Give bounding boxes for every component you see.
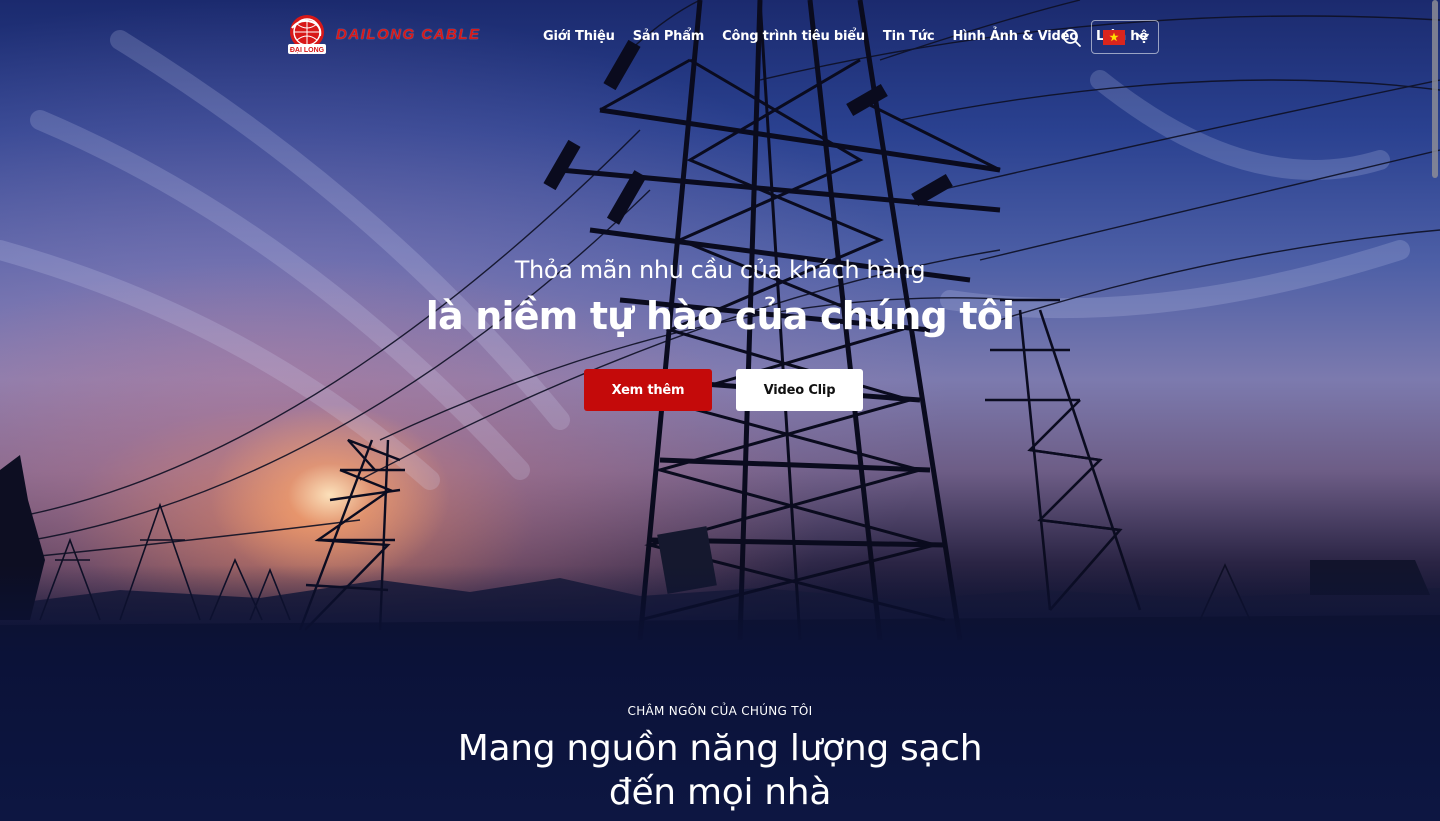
search-button[interactable] xyxy=(1062,28,1082,48)
page-scrollbar[interactable] xyxy=(1430,0,1440,821)
see-more-button[interactable]: Xem thêm xyxy=(584,369,712,411)
dailong-logo-icon: ĐẠI LONG xyxy=(288,15,326,54)
motto-title-line-1: Mang nguồn năng lượng sạch xyxy=(457,728,983,769)
video-clip-button[interactable]: Video Clip xyxy=(736,369,863,411)
language-select[interactable] xyxy=(1091,20,1159,54)
motto-section: CHÂM NGÔN CỦA CHÚNG TÔI Mang nguồn năng … xyxy=(0,655,1440,821)
site-header: ĐẠI LONG DAILONG CABLE Giới Thiệu Sản Ph… xyxy=(0,0,1440,74)
scrollbar-thumb[interactable] xyxy=(1432,0,1438,178)
nav-item-cong-trinh[interactable]: Công trình tiêu biểu xyxy=(722,29,865,44)
chevron-down-icon xyxy=(1137,33,1149,41)
hero-bottom-fade xyxy=(0,565,1440,655)
nav-item-tin-tuc[interactable]: Tin Tức xyxy=(883,29,935,44)
nav-item-san-pham[interactable]: Sản Phẩm xyxy=(633,29,705,44)
logo-text: DAILONG CABLE xyxy=(336,25,481,43)
motto-eyebrow: CHÂM NGÔN CỦA CHÚNG TÔI xyxy=(627,704,813,718)
hero-title: là niềm tự hào của chúng tôi xyxy=(425,294,1015,338)
logo-mark-text: ĐẠI LONG xyxy=(290,47,325,54)
search-icon xyxy=(1063,29,1081,47)
nav-item-hinh-anh-video[interactable]: Hình Ảnh & Video xyxy=(952,29,1078,44)
motto-title-line-2: đến mọi nhà xyxy=(608,772,832,813)
nav-item-gioi-thieu[interactable]: Giới Thiệu xyxy=(543,29,615,44)
hero-subtitle: Thỏa mãn nhu cầu của khách hàng xyxy=(514,256,926,284)
motto-title: Mang nguồn năng lượng sạch đến mọi nhà xyxy=(0,727,1440,815)
vietnam-flag-icon xyxy=(1103,29,1125,45)
logo[interactable]: ĐẠI LONG DAILONG CABLE xyxy=(282,12,502,56)
